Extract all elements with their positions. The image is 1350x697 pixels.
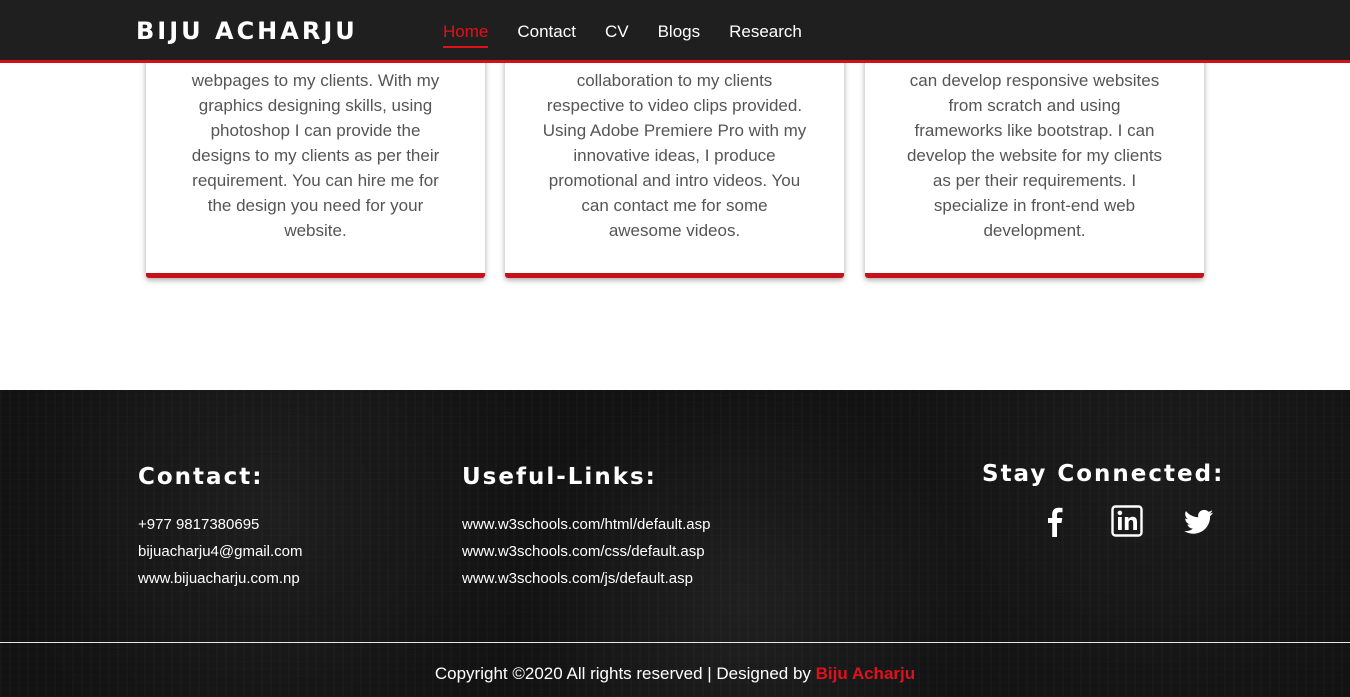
card-line: collaboration to my clients	[576, 71, 773, 90]
footer-divider	[0, 642, 1350, 643]
card-line: respective to video clips provided.	[546, 96, 803, 115]
contact-email[interactable]: bijuacharju4@gmail.com	[138, 542, 302, 562]
designer-link[interactable]: Biju Acharju	[816, 664, 916, 683]
card-line: requirement. You can hire me for	[192, 171, 439, 190]
card-line: website.	[284, 221, 347, 240]
useful-link-js[interactable]: www.w3schools.com/js/default.asp	[462, 569, 693, 589]
facebook-icon[interactable]	[1038, 504, 1072, 538]
useful-link-css[interactable]: www.w3schools.com/css/default.asp	[462, 542, 705, 562]
card-line: can contact me for some	[581, 196, 768, 215]
twitter-icon[interactable]	[1182, 504, 1216, 538]
nav-research[interactable]: Research	[729, 20, 802, 44]
card-line: development.	[983, 221, 1086, 240]
card-line: innovative ideas, I produce	[573, 146, 776, 165]
service-card-text: can develop responsive websites from scr…	[893, 68, 1176, 243]
nav-contact[interactable]: Contact	[517, 20, 576, 44]
service-card-video: collaboration to my clients respective t…	[505, 40, 844, 278]
useful-links-heading: Useful-Links:	[462, 464, 657, 490]
useful-link-html[interactable]: www.w3schools.com/html/default.asp	[462, 515, 710, 535]
copyright-text: Copyright ©2020 All rights reserved | De…	[434, 664, 816, 683]
nav-home[interactable]: Home	[443, 20, 489, 48]
copyright: Copyright ©2020 All rights reserved | De…	[0, 662, 1350, 686]
card-line: from scratch and using	[948, 96, 1121, 115]
card-line: the design you need for your	[207, 196, 424, 215]
card-line: designs to my clients as per their	[191, 146, 440, 165]
nav-blogs[interactable]: Blogs	[658, 20, 701, 44]
card-line: develop the website for my clients	[906, 146, 1163, 165]
site-header: BIJU ACHARJU Home Contact CV Blogs Resea…	[0, 0, 1350, 63]
card-line: as per their requirements. I	[932, 171, 1137, 190]
nav-cv[interactable]: CV	[605, 20, 629, 44]
service-card-text: webpages to my clients. With my graphics…	[174, 68, 457, 243]
card-line: frameworks like bootstrap. I can	[914, 121, 1155, 140]
main-nav: Home Contact CV Blogs Research	[443, 20, 831, 48]
service-card-design: webpages to my clients. With my graphics…	[146, 40, 485, 278]
card-line: awesome videos.	[608, 221, 741, 240]
site-footer: Contact: +977 9817380695 bijuacharju4@gm…	[0, 390, 1350, 697]
contact-phone[interactable]: +977 9817380695	[138, 515, 259, 535]
contact-heading: Contact:	[138, 464, 264, 490]
card-line: graphics designing skills, using	[198, 96, 433, 115]
card-line: promotional and intro videos. You	[548, 171, 801, 190]
linkedin-icon[interactable]	[1110, 504, 1144, 538]
service-card-web: can develop responsive websites from scr…	[865, 40, 1204, 278]
card-line: photoshop I can provide the	[210, 121, 421, 140]
card-line: Using Adobe Premiere Pro with my	[542, 121, 807, 140]
service-card-text: collaboration to my clients respective t…	[533, 68, 816, 243]
card-line: can develop responsive websites	[909, 71, 1160, 90]
card-line: specialize in front-end web	[933, 196, 1136, 215]
contact-website[interactable]: www.bijuacharju.com.np	[138, 569, 300, 589]
site-logo[interactable]: BIJU ACHARJU	[136, 16, 358, 46]
card-line: webpages to my clients. With my	[191, 71, 440, 90]
stay-connected-heading: Stay Connected:	[982, 461, 1225, 487]
